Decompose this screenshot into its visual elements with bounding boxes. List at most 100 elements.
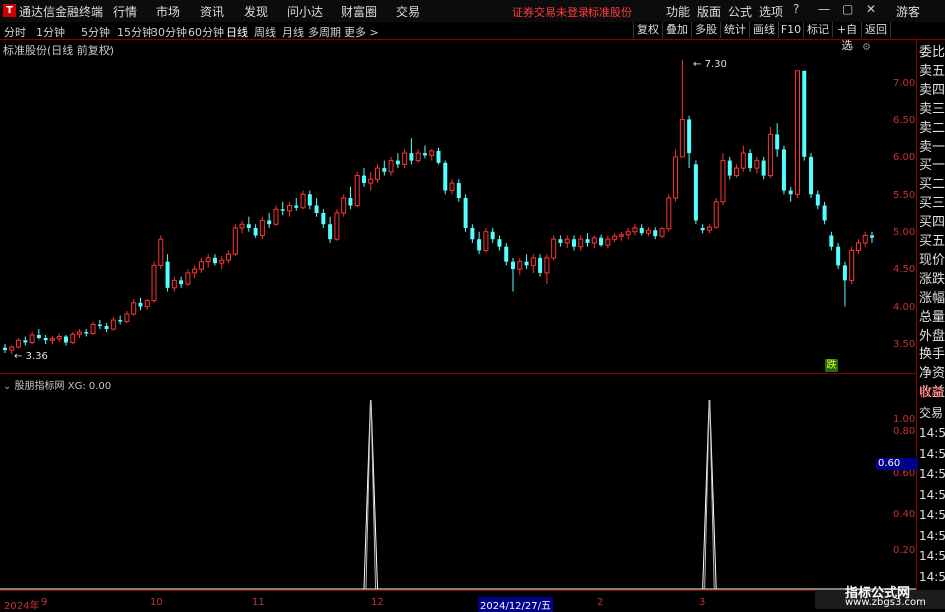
period-1min[interactable]: 1分钟: [36, 24, 65, 40]
candle: [775, 123, 780, 157]
candle-body: [781, 149, 786, 191]
toolbar-f10[interactable]: F10: [778, 22, 803, 38]
candle-body: [110, 319, 116, 330]
candle: [110, 317, 116, 331]
menu-discover[interactable]: 发现: [244, 3, 268, 20]
menu-wealth-circle[interactable]: 财富圈: [341, 3, 377, 20]
candle-body: [829, 235, 834, 247]
axis-divider: [916, 40, 917, 596]
candle-body: [267, 220, 272, 225]
menu-ask[interactable]: 问小达: [287, 3, 323, 20]
menu-market[interactable]: 市场: [156, 3, 180, 20]
toolbar-multi-stock[interactable]: 多股: [691, 22, 720, 38]
candle-body: [693, 164, 698, 221]
menu-options[interactable]: 选项: [759, 3, 783, 20]
side-panel-tick-item: 自动: [919, 385, 944, 399]
period-weekly[interactable]: 周线: [254, 24, 276, 40]
candle-body: [3, 347, 7, 350]
toolbar-overlay[interactable]: 叠加: [662, 22, 691, 38]
menu-formula[interactable]: 公式: [728, 3, 752, 20]
candle: [720, 153, 726, 206]
candle-body: [286, 205, 292, 212]
price-tick: 3.50: [893, 339, 916, 350]
candle-body: [449, 182, 455, 192]
candle: [29, 332, 35, 344]
menu-functions[interactable]: 功能: [666, 3, 690, 20]
candle: [171, 276, 177, 292]
period-monthly[interactable]: 月线: [282, 24, 304, 40]
candle: [504, 242, 509, 266]
toolbar-mark[interactable]: 标记: [803, 22, 832, 38]
candle-body: [470, 227, 475, 240]
price-tick: 6.00: [893, 152, 916, 163]
candle: [490, 227, 495, 243]
candle-body: [836, 246, 841, 266]
candle-body: [599, 237, 604, 246]
indicator-chart[interactable]: [0, 400, 916, 590]
period-more[interactable]: 更多 >: [344, 24, 379, 40]
toolbar-add-favorite[interactable]: +自选: [832, 22, 861, 52]
low-price-annotation: ← 3.36: [14, 351, 48, 362]
period-30min[interactable]: 30分钟: [151, 24, 187, 40]
x-axis-label: 3: [699, 597, 706, 608]
candle-body: [375, 167, 381, 180]
candle-body: [259, 219, 265, 236]
candle-body: [767, 133, 773, 177]
candle: [788, 186, 793, 202]
current-stock-name: 标准股份: [588, 6, 632, 19]
close-icon[interactable]: ✕: [866, 2, 876, 16]
candle: [300, 190, 306, 210]
menu-market-quotes[interactable]: 行情: [113, 3, 137, 20]
candle-body: [9, 346, 15, 351]
toolbar-statistics[interactable]: 统计: [720, 22, 749, 38]
candle-body: [436, 150, 441, 163]
period-60min[interactable]: 60分钟: [188, 24, 224, 40]
candle: [591, 235, 597, 249]
side-panel-tick-item: 14:56: [919, 487, 945, 502]
candle: [781, 145, 786, 195]
period-5min[interactable]: 5分钟: [81, 24, 110, 40]
candle: [578, 235, 584, 251]
indicator-dropdown-icon[interactable]: ⌄: [3, 381, 15, 392]
candle: [862, 231, 868, 247]
guest-user[interactable]: 游客: [896, 3, 920, 20]
toolbar-adjust[interactable]: 复权: [633, 22, 662, 38]
candle-body: [422, 153, 427, 156]
toolbar-draw[interactable]: 画线: [749, 22, 778, 38]
candle: [23, 336, 28, 346]
period-intraday[interactable]: 分时: [4, 24, 26, 40]
candle-body: [558, 239, 563, 243]
period-multi[interactable]: 多周期: [308, 24, 341, 40]
candle-body: [63, 336, 68, 343]
side-panel-label: 卖五: [919, 63, 945, 79]
menu-trade[interactable]: 交易: [396, 3, 420, 20]
side-panel-label: 涨跌: [919, 271, 945, 287]
candle-body: [185, 272, 191, 285]
menu-news[interactable]: 资讯: [200, 3, 224, 20]
candle-body: [226, 253, 232, 261]
side-panel-label: 买三: [919, 196, 945, 212]
side-panel-label: 卖四: [919, 82, 945, 98]
candle-body: [645, 229, 651, 234]
side-panel-tick-item: 14:56: [919, 508, 945, 522]
side-panel-label: 买一: [919, 158, 945, 174]
restore-icon[interactable]: ▢: [842, 2, 853, 16]
candle: [388, 156, 394, 176]
period-15min[interactable]: 15分钟: [117, 24, 153, 40]
toolbar-back[interactable]: 返回: [861, 22, 891, 38]
candle: [198, 257, 204, 273]
candle: [645, 227, 651, 237]
candle: [205, 254, 211, 268]
candle-body: [862, 234, 868, 244]
candlestick-chart[interactable]: [0, 40, 916, 374]
candle-body: [273, 208, 279, 225]
minimize-icon[interactable]: —: [818, 2, 830, 16]
help-icon[interactable]: ?: [793, 2, 799, 16]
side-panel-label: 涨幅: [919, 290, 945, 306]
menu-layout[interactable]: 版面: [697, 3, 721, 20]
period-daily[interactable]: 日线: [226, 24, 248, 40]
candle: [348, 186, 353, 210]
candle: [618, 231, 624, 241]
candle: [679, 59, 685, 158]
trade-login-status[interactable]: 证券交易未登录: [512, 4, 589, 20]
